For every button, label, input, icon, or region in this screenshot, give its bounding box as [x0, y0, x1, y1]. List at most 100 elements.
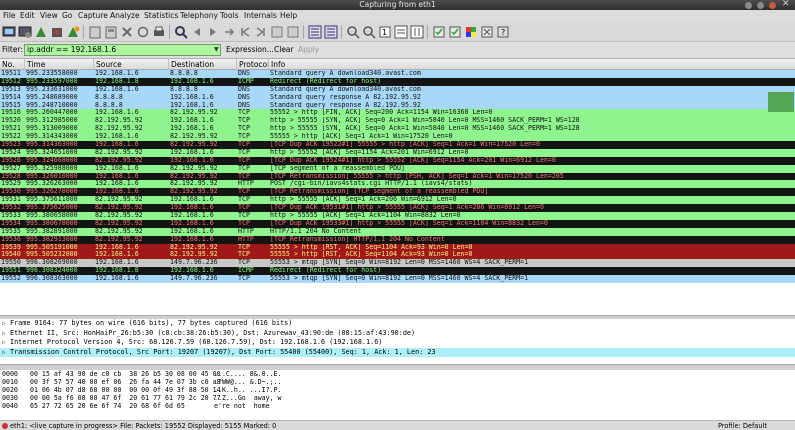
profile-label[interactable]: Profile: Default [718, 421, 767, 430]
go-last-icon[interactable] [254, 25, 268, 39]
color-icon[interactable] [464, 25, 478, 39]
resize-columns-icon[interactable] [362, 25, 376, 39]
table-row[interactable]: 19516 995.260447000 192.168.1.6 82.192.95.9… [0, 109, 795, 118]
table-row[interactable]: 19535 995.382891000 82.192.95.92 192.168.1.… [0, 227, 795, 236]
column-header-destination[interactable]: Destination [168, 59, 236, 70]
menu-internals[interactable]: Internals [244, 10, 277, 22]
restart-capture-icon[interactable] [66, 25, 80, 39]
apply-button[interactable]: Apply [298, 42, 319, 58]
table-row[interactable]: 19534 995.380678000 82.192.95.92 192.168.1.… [0, 219, 795, 228]
interfaces-icon[interactable] [2, 25, 16, 39]
detail-row-tcp[interactable]: ▷ Transmission Control Protocol, Src Port… [0, 347, 795, 358]
find-packet-icon[interactable] [174, 25, 188, 39]
menu-help[interactable]: Help [280, 10, 297, 22]
table-row[interactable]: 19511 995.233558000 192.168.1.6 8.8.8.8 DNS S… [0, 70, 795, 78]
minimize-icon[interactable] [745, 2, 752, 9]
menu-telephony[interactable]: Telephony [180, 10, 218, 22]
expand-arrow-icon[interactable]: ▷ [2, 329, 6, 339]
detail-row-ip[interactable]: ▷ Internet Protocol Version 4, Src: 68.12… [0, 338, 795, 348]
column-header-no[interactable]: No. [0, 59, 14, 70]
expand-arrow-icon[interactable]: ▷ [2, 319, 6, 329]
table-row[interactable]: 19524 995.324651000 82.192.95.92 192.168.1.… [0, 148, 795, 157]
clear-button[interactable]: Clear [274, 42, 294, 58]
table-row[interactable]: 19526 995.324668000 82.192.95.92 192.168.1.… [0, 156, 795, 165]
table-row[interactable]: 19531 995.375611000 82.192.95.92 192.168.1.… [0, 196, 795, 205]
menu-tools[interactable]: Tools [220, 10, 238, 22]
table-row[interactable]: 19512 995.233597000 192.168.1.8 192.168.1.6… [0, 77, 795, 86]
capture-status-icon[interactable] [2, 423, 8, 429]
go-first-icon[interactable] [238, 25, 252, 39]
table-row[interactable]: 19529 995.326263000 192.168.1.6 82.192.95.9… [0, 180, 795, 189]
table-row[interactable]: 19540 995.505232000 192.168.1.6 82.192.95.9… [0, 251, 795, 260]
menu-statistics[interactable]: Statistics [144, 10, 178, 22]
cell-time: 995.382913000 [26, 235, 78, 243]
start-capture-icon[interactable] [34, 25, 48, 39]
table-row[interactable]: 19515 995.248710000 8.8.8.8 192.168.1.6 DNS S… [0, 101, 795, 110]
zoom-out-icon[interactable] [324, 25, 338, 39]
menu-capture[interactable]: Capture [78, 10, 108, 22]
preferences-icon[interactable] [432, 25, 446, 39]
table-row[interactable]: 19513 995.233631000 192.168.1.6 8.8.8.8 DNS S… [0, 85, 795, 94]
stop-capture-icon[interactable] [50, 25, 64, 39]
chevron-down-icon[interactable]: ▼ [214, 46, 219, 53]
cell-proto: TCP [238, 156, 250, 164]
table-row[interactable]: 19533 995.380658000 82.192.95.92 192.168.1.… [0, 212, 795, 220]
filter-icon[interactable] [448, 25, 462, 39]
column-header-protocol[interactable]: Protocol [236, 59, 269, 70]
cell-time: 996.308363000 [26, 275, 78, 283]
go-to-packet-icon[interactable] [222, 25, 236, 39]
table-row[interactable]: 19522 995.314343000 192.168.1.6 82.192.95.9… [0, 133, 795, 142]
menu-edit[interactable]: Edit [20, 10, 35, 22]
coloring-rules-icon[interactable] [410, 25, 424, 39]
table-row[interactable]: 19532 995.375625000 82.192.95.92 192.168.1.… [0, 204, 795, 213]
column-header-info[interactable]: Info [268, 59, 768, 70]
cell-dst: 8.8.8.8 [170, 85, 198, 93]
table-row[interactable]: 19528 995.326010000 192.168.1.6 82.192.95.9… [0, 172, 795, 181]
scrollbar-thumb[interactable] [768, 92, 794, 112]
table-row[interactable]: 19520 995.312985000 82.192.95.92 192.168.1.… [0, 117, 795, 126]
close-icon[interactable]: ✕ [782, 0, 790, 9]
table-row[interactable]: 19514 995.248689000 8.8.8.8 192.168.1.6 DNS S… [0, 93, 795, 102]
open-file-icon[interactable] [88, 25, 102, 39]
table-row[interactable]: 19551 996.308324000 192.168.1.8 192.168.1.6… [0, 267, 795, 276]
close-file-icon[interactable] [120, 25, 134, 39]
table-row[interactable]: 19530 995.326278000 192.168.1.6 82.192.95.9… [0, 188, 795, 197]
display-filters-icon[interactable] [394, 25, 408, 39]
table-row[interactable]: 19552 996.308363000 192.168.1.6 149.7.96.23… [0, 275, 795, 284]
maximize-icon[interactable] [757, 2, 764, 9]
capture-filters-icon[interactable]: 1 [378, 25, 392, 39]
table-row[interactable]: 19523 995.314363000 192.168.1.6 82.192.95.9… [0, 141, 795, 149]
print-icon[interactable] [152, 25, 166, 39]
zoom-in-icon[interactable] [308, 25, 322, 39]
colorize-icon[interactable] [270, 25, 284, 39]
expression-button[interactable]: Expression... [226, 42, 274, 58]
table-row[interactable]: 19550 996.308269000 192.168.1.6 149.7.96.23… [0, 259, 795, 268]
column-header-time[interactable]: Time [24, 59, 93, 70]
column-header-source[interactable]: Source [93, 59, 168, 70]
go-back-icon[interactable] [190, 25, 204, 39]
table-row[interactable]: 19521 995.313009000 82.192.95.92 192.168.1.… [0, 125, 795, 134]
table-row[interactable]: 19536 995.382913000 82.192.95.92 192.168.1.… [0, 235, 795, 244]
display-filter-input[interactable]: ip.addr == 192.168.1.6 [24, 44, 221, 56]
detail-row-frame[interactable]: ▷ Frame 9164: 77 bytes on wire (616 bits)… [0, 319, 795, 329]
menu-analyze[interactable]: Analyze [110, 10, 140, 22]
menu-view[interactable]: View [40, 10, 58, 22]
table-row[interactable]: 19539 995.505191000 192.168.1.6 82.192.95.9… [0, 243, 795, 252]
autoscroll-icon[interactable] [286, 25, 300, 39]
close-window-icon[interactable] [769, 2, 776, 9]
detail-row-ethernet[interactable]: ▷ Ethernet II, Src: HonHaiPr_26:b5:30 (c0… [0, 329, 795, 339]
menu-file[interactable]: File [3, 10, 16, 22]
save-file-icon[interactable] [104, 25, 118, 39]
help-icon[interactable]: ? [496, 25, 510, 39]
reload-icon[interactable] [136, 25, 150, 39]
packet-list-scrollbar[interactable] [767, 70, 795, 315]
settings-icon[interactable] [480, 25, 494, 39]
expand-arrow-icon[interactable]: ▷ [2, 348, 6, 358]
expand-arrow-icon[interactable]: ▷ [2, 338, 6, 348]
table-row[interactable]: 19527 995.325988000 192.168.1.6 82.192.95.9… [0, 164, 795, 173]
options-icon[interactable] [18, 25, 32, 39]
cell-time: 995.382891000 [26, 227, 78, 235]
menu-go[interactable]: Go [62, 10, 72, 22]
go-forward-icon[interactable] [206, 25, 220, 39]
normal-size-icon[interactable] [346, 25, 360, 39]
